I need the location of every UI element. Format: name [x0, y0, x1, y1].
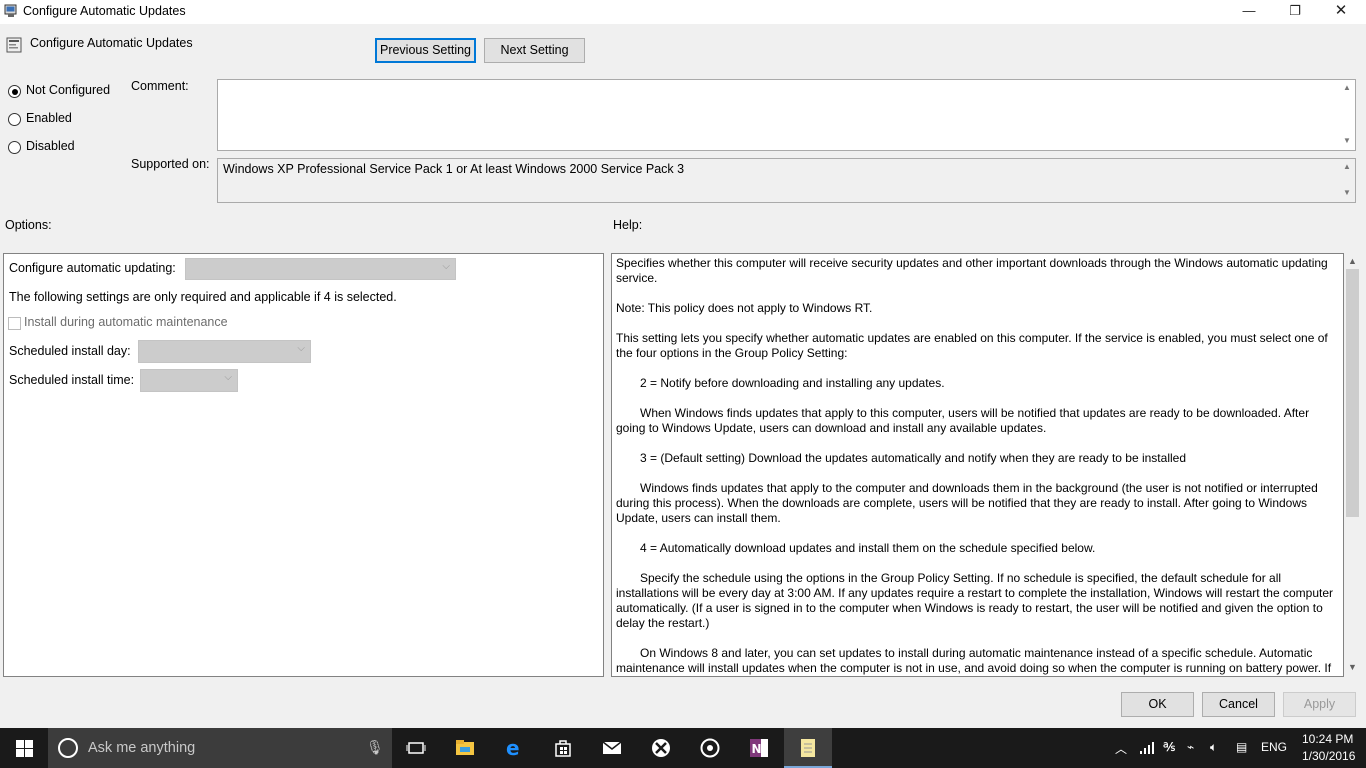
maximize-button[interactable]: ❐ [1272, 0, 1318, 24]
svg-text:N: N [752, 742, 762, 756]
cortana-search-box[interactable]: Ask me anything 🎙︎ [48, 728, 392, 768]
language-indicator[interactable]: ENG [1261, 740, 1287, 754]
cortana-icon [58, 738, 78, 758]
radio-not-configured[interactable]: Not Configured [8, 83, 118, 101]
mail-icon[interactable] [588, 728, 636, 768]
task-view-icon[interactable] [392, 728, 440, 768]
scroll-down-icon[interactable]: ▼ [1341, 136, 1353, 145]
policy-setting-icon [6, 37, 22, 53]
help-text: Specifies whether this computer will rec… [616, 256, 1338, 676]
radio-indicator[interactable] [8, 85, 21, 98]
supported-on-label: Supported on: [131, 157, 210, 171]
supported-on-value: Windows XP Professional Service Pack 1 o… [223, 162, 685, 176]
chevron-down-icon: ⌵ [297, 343, 305, 354]
radio-enabled[interactable]: Enabled [8, 111, 118, 129]
options-panel: Configure automatic updating: ⌵ The foll… [3, 253, 604, 677]
edge-icon[interactable]: e [490, 728, 538, 768]
clock-date[interactable]: 1/30/2016 [1302, 749, 1355, 763]
search-placeholder: Ask me anything [88, 740, 196, 756]
help-paragraph: This setting lets you specify whether au… [616, 331, 1328, 360]
apply-button[interactable]: Apply [1283, 692, 1356, 717]
volume-icon[interactable]: 🔈︎ [1210, 740, 1217, 755]
help-label: Help: [613, 218, 643, 232]
network-icon[interactable] [1139, 740, 1155, 756]
windows-logo-icon [16, 740, 33, 757]
help-paragraph: Specifies whether this computer will rec… [616, 256, 1328, 285]
cancel-button[interactable]: Cancel [1202, 692, 1275, 717]
install-day-label: Scheduled install day: [9, 344, 131, 358]
help-paragraph: Windows finds updates that apply to the … [616, 481, 1318, 525]
help-paragraph: 2 = Notify before downloading and instal… [640, 376, 945, 390]
help-panel: Specifies whether this computer will rec… [611, 253, 1344, 677]
notepad-icon[interactable] [784, 728, 832, 768]
clock-time[interactable]: 10:24 PM [1302, 732, 1353, 746]
scroll-down-icon[interactable]: ▼ [1344, 662, 1361, 672]
input-indicator-icon[interactable]: ℁ [1163, 740, 1175, 754]
help-paragraph: When Windows finds updates that apply to… [616, 406, 1310, 435]
show-hidden-icons-icon[interactable]: ︿ [1115, 740, 1127, 757]
power-icon[interactable]: ⌁ [1187, 740, 1194, 754]
group-policy-icon [4, 4, 17, 17]
radio-label: Disabled [26, 139, 75, 153]
schedule-note: The following settings are only required… [9, 290, 397, 304]
maintenance-checkbox[interactable] [8, 317, 21, 330]
scroll-down-icon[interactable]: ▼ [1341, 188, 1353, 197]
help-scrollbar[interactable]: ▲ ▼ [1344, 253, 1361, 677]
store-icon[interactable] [539, 728, 587, 768]
radio-indicator[interactable] [8, 113, 21, 126]
xbox-icon[interactable] [637, 728, 685, 768]
ok-button[interactable]: OK [1121, 692, 1194, 717]
onenote-icon[interactable]: N [735, 728, 783, 768]
next-setting-button[interactable]: Next Setting [484, 38, 585, 63]
start-button[interactable] [0, 728, 48, 768]
comment-textarea[interactable]: ▲ ▼ [217, 79, 1356, 151]
taskbar: Ask me anything 🎙︎ e N ︿ ℁ ⌁ 🔈︎ ▤ ENG 10… [0, 728, 1366, 768]
install-day-select[interactable]: ⌵ [138, 340, 311, 363]
radio-disabled[interactable]: Disabled [8, 139, 118, 157]
groove-music-icon[interactable] [686, 728, 734, 768]
scroll-up-icon[interactable]: ▲ [1344, 256, 1361, 266]
file-explorer-icon[interactable] [441, 728, 489, 768]
help-paragraph: 4 = Automatically download updates and i… [640, 541, 1096, 555]
options-label: Options: [5, 218, 52, 232]
policy-title: Configure Automatic Updates [30, 36, 193, 50]
scrollbar-thumb[interactable] [1346, 269, 1359, 517]
chevron-down-icon: ⌵ [442, 261, 450, 272]
close-button[interactable]: ✕ [1318, 0, 1364, 24]
help-paragraph: 3 = (Default setting) Download the updat… [640, 451, 1186, 465]
previous-setting-button[interactable]: Previous Setting [375, 38, 476, 63]
action-center-icon[interactable]: ▤ [1236, 740, 1247, 754]
title-bar: Configure Automatic Updates — ❐ ✕ [0, 0, 1366, 24]
maintenance-label: Install during automatic maintenance [24, 315, 228, 329]
radio-indicator[interactable] [8, 141, 21, 154]
configure-updating-label: Configure automatic updating: [9, 261, 176, 275]
install-time-label: Scheduled install time: [9, 373, 135, 387]
microphone-icon[interactable]: 🎙︎ [366, 739, 384, 756]
comment-label: Comment: [131, 79, 189, 93]
scroll-up-icon[interactable]: ▲ [1341, 162, 1353, 171]
window-title: Configure Automatic Updates [23, 4, 186, 18]
radio-label: Not Configured [26, 83, 111, 97]
configure-updating-select[interactable]: ⌵ [185, 258, 456, 280]
radio-label: Enabled [26, 111, 72, 125]
svg-text:e: e [506, 738, 520, 758]
chevron-down-icon: ⌵ [224, 372, 232, 383]
scroll-up-icon[interactable]: ▲ [1341, 83, 1353, 92]
supported-on-box: Windows XP Professional Service Pack 1 o… [217, 158, 1356, 203]
minimize-button[interactable]: — [1226, 0, 1272, 24]
help-paragraph: Specify the schedule using the options i… [616, 571, 1334, 630]
install-time-select[interactable]: ⌵ [140, 369, 238, 392]
help-paragraph: Note: This policy does not apply to Wind… [616, 301, 873, 315]
help-paragraph: On Windows 8 and later, you can set upda… [616, 646, 1332, 675]
